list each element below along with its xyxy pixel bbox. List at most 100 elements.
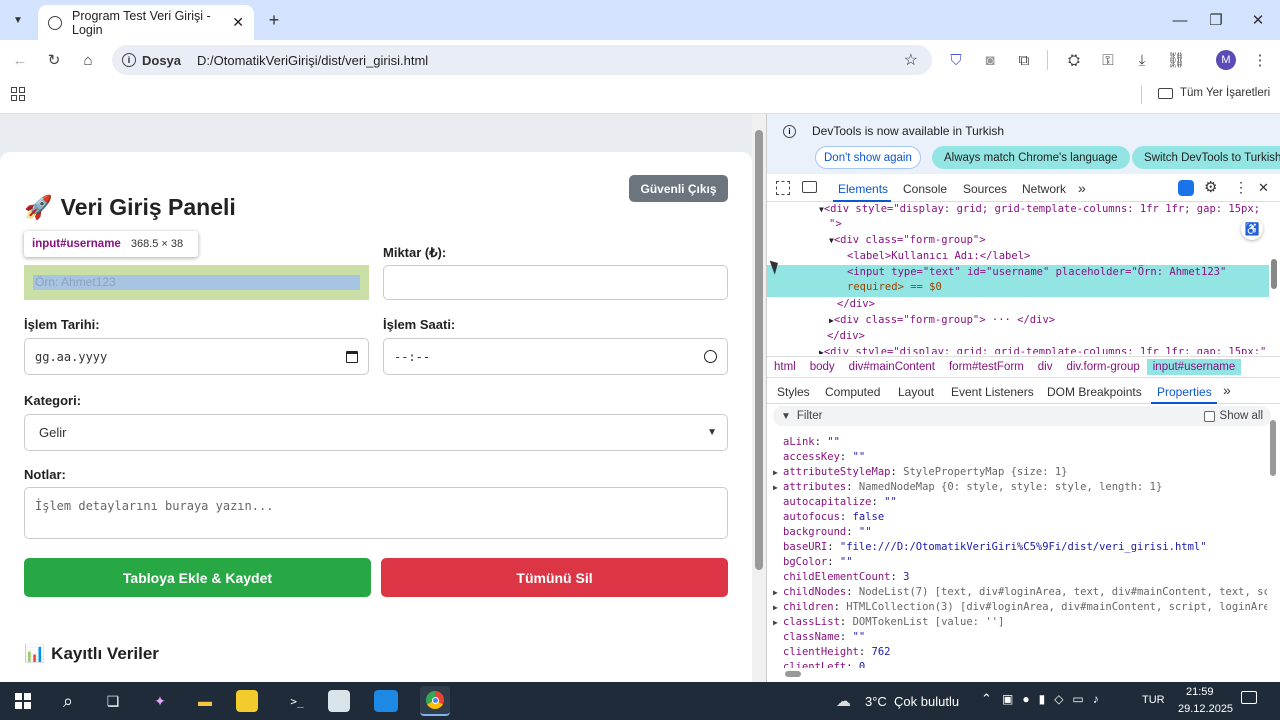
- show-all-checkbox[interactable]: [1203, 410, 1215, 422]
- property-row[interactable]: baseURI: "file:///D:/OtomatikVeriGiri%C5…: [773, 540, 1267, 555]
- dom-line[interactable]: ▼<div class="form-group">: [829, 234, 986, 246]
- incognito-icon[interactable]: ⛭: [1062, 48, 1086, 72]
- property-row[interactable]: accessKey: "": [773, 450, 1267, 465]
- delete-all-button[interactable]: Tümünü Sil: [381, 558, 728, 597]
- property-row[interactable]: clientHeight: 762: [773, 645, 1267, 660]
- issues-icon[interactable]: [1178, 180, 1194, 196]
- maximize-button[interactable]: ❐: [1196, 8, 1236, 32]
- camera-icon[interactable]: ◙: [978, 48, 1002, 72]
- breadcrumb-item[interactable]: div.form-group: [1059, 361, 1146, 373]
- breadcrumb-item[interactable]: html: [767, 361, 803, 373]
- dom-line[interactable]: required> == $0: [847, 281, 942, 293]
- chrome-icon[interactable]: [420, 686, 450, 716]
- logout-button[interactable]: Güvenli Çıkış: [629, 175, 728, 202]
- search-icon[interactable]: ⌕: [53, 686, 83, 716]
- breadcrumb-item[interactable]: div: [1031, 361, 1060, 373]
- accessibility-icon[interactable]: ♿: [1241, 218, 1263, 240]
- property-row[interactable]: autofocus: false: [773, 510, 1267, 525]
- props-h-scrollbar[interactable]: [785, 671, 801, 677]
- home-icon[interactable]: ⌂: [76, 48, 100, 72]
- switch-language-button[interactable]: Switch DevTools to Turkish: [1132, 146, 1280, 169]
- sticky-notes-icon[interactable]: [236, 690, 258, 712]
- dom-line[interactable]: ▶<div class="form-group"> ··· </div>: [829, 314, 1055, 326]
- all-bookmarks[interactable]: Tüm Yer İşaretleri: [1158, 87, 1270, 99]
- link-icon[interactable]: ⛓: [1164, 48, 1188, 72]
- terminal-icon[interactable]: >_: [282, 686, 312, 716]
- amount-input[interactable]: [383, 265, 728, 300]
- language-indicator[interactable]: TUR: [1142, 694, 1165, 706]
- apps-icon[interactable]: [11, 87, 25, 101]
- tab-elements[interactable]: Elements: [838, 182, 888, 196]
- close-window-button[interactable]: ✕: [1238, 8, 1278, 32]
- property-row[interactable]: bgColor: "": [773, 555, 1267, 570]
- time-input[interactable]: --:--: [383, 338, 728, 375]
- clock-time[interactable]: 21:59: [1186, 686, 1214, 698]
- clock-icon[interactable]: [704, 350, 717, 363]
- tab-console[interactable]: Console: [903, 182, 947, 196]
- property-row[interactable]: ▶ attributes: NamedNodeMap {0: style, sty…: [773, 480, 1267, 495]
- address-bar[interactable]: i Dosya D:/OtomatikVeriGirişi/dist/veri_…: [112, 45, 932, 75]
- tab-network[interactable]: Network: [1022, 182, 1066, 196]
- key-icon[interactable]: ⚿: [1096, 48, 1120, 72]
- tab-dom-breakpoints[interactable]: DOM Breakpoints: [1047, 385, 1142, 399]
- dom-line[interactable]: </div>: [827, 330, 865, 342]
- property-row[interactable]: clientLeft: 0: [773, 660, 1267, 668]
- dont-show-button[interactable]: Don't show again: [815, 146, 921, 169]
- property-row[interactable]: childElementCount: 3: [773, 570, 1267, 585]
- dom-line[interactable]: <label>Kullanıcı Adı:</label>: [847, 250, 1030, 262]
- add-save-button[interactable]: Tabloya Ekle & Kaydet: [24, 558, 371, 597]
- expand-arrow-icon[interactable]: ▶: [773, 480, 783, 495]
- dom-line[interactable]: ▶<div style="display: grid; grid-templat…: [819, 346, 1266, 354]
- expand-arrow-icon[interactable]: ▶: [773, 615, 783, 630]
- tab-computed[interactable]: Computed: [825, 385, 880, 399]
- menu-icon[interactable]: ⋮: [1248, 48, 1272, 72]
- device-toggle-icon[interactable]: [802, 181, 817, 193]
- page-scrollbar[interactable]: [752, 114, 766, 682]
- scrollbar-thumb[interactable]: [755, 130, 763, 570]
- username-input[interactable]: Örn: Ahmet123: [24, 265, 369, 300]
- calendar-icon[interactable]: [346, 350, 358, 363]
- dom-line[interactable]: <input type="text" id="username" placeho…: [847, 266, 1226, 278]
- shield-extension-icon[interactable]: ⛉: [944, 48, 968, 72]
- expand-arrow-icon[interactable]: ▶: [773, 465, 783, 480]
- tab-layout[interactable]: Layout: [898, 385, 934, 399]
- property-row[interactable]: ▶ classList: DOMTokenList [value: '']: [773, 615, 1267, 630]
- tab-search-button[interactable]: ▼: [8, 10, 28, 30]
- task-view-icon[interactable]: ❏: [98, 686, 128, 716]
- file-explorer-icon[interactable]: ▬: [190, 686, 220, 716]
- extensions-icon[interactable]: ⧉: [1012, 48, 1036, 72]
- notification-icon[interactable]: [1241, 691, 1257, 704]
- new-tab-button[interactable]: +: [264, 10, 284, 30]
- more-tabs-icon[interactable]: »: [1078, 180, 1086, 196]
- match-language-button[interactable]: Always match Chrome's language: [932, 146, 1130, 169]
- vscode-icon[interactable]: [374, 690, 398, 712]
- property-row[interactable]: ▶ attributeStyleMap: StylePropertyMap {si…: [773, 465, 1267, 480]
- more-tabs-icon[interactable]: »: [1223, 382, 1231, 398]
- weather-icon[interactable]: ☁: [836, 692, 851, 710]
- date-input[interactable]: gg.aa.yyyy: [24, 338, 369, 375]
- breadcrumb-item[interactable]: div#mainContent: [842, 361, 942, 373]
- star-icon[interactable]: ☆: [904, 50, 918, 70]
- breadcrumb-item-active[interactable]: input#username: [1146, 359, 1242, 375]
- filter-input[interactable]: Filter: [797, 410, 823, 422]
- property-row[interactable]: autocapitalize: "": [773, 495, 1267, 510]
- show-all-label[interactable]: Show all: [1220, 410, 1263, 422]
- property-row[interactable]: aLink: "": [773, 435, 1267, 450]
- breadcrumb-item[interactable]: form#testForm: [942, 361, 1031, 373]
- download-icon[interactable]: ⤓: [1130, 48, 1154, 72]
- settings-icon[interactable]: ⚙: [1204, 178, 1217, 196]
- avatar[interactable]: M: [1216, 50, 1236, 70]
- dom-line[interactable]: ▼<div style="display: grid; grid-templat…: [819, 203, 1260, 215]
- tab-styles[interactable]: Styles: [777, 385, 810, 399]
- dom-scrollbar[interactable]: [1271, 259, 1277, 289]
- property-row[interactable]: background: "": [773, 525, 1267, 540]
- close-tab-icon[interactable]: ✕: [232, 14, 244, 31]
- devtools-menu-icon[interactable]: ⋮: [1234, 179, 1248, 196]
- property-row[interactable]: ▶ childNodes: NodeList(7) [text, div#logi…: [773, 585, 1267, 600]
- tray-chevron-icon[interactable]: ⌃: [981, 691, 992, 707]
- breadcrumb-item[interactable]: body: [803, 361, 842, 373]
- back-icon[interactable]: ←: [8, 48, 32, 72]
- tab-sources[interactable]: Sources: [963, 182, 1007, 196]
- expand-arrow-icon[interactable]: ▶: [773, 585, 783, 600]
- props-scrollbar[interactable]: [1270, 420, 1276, 476]
